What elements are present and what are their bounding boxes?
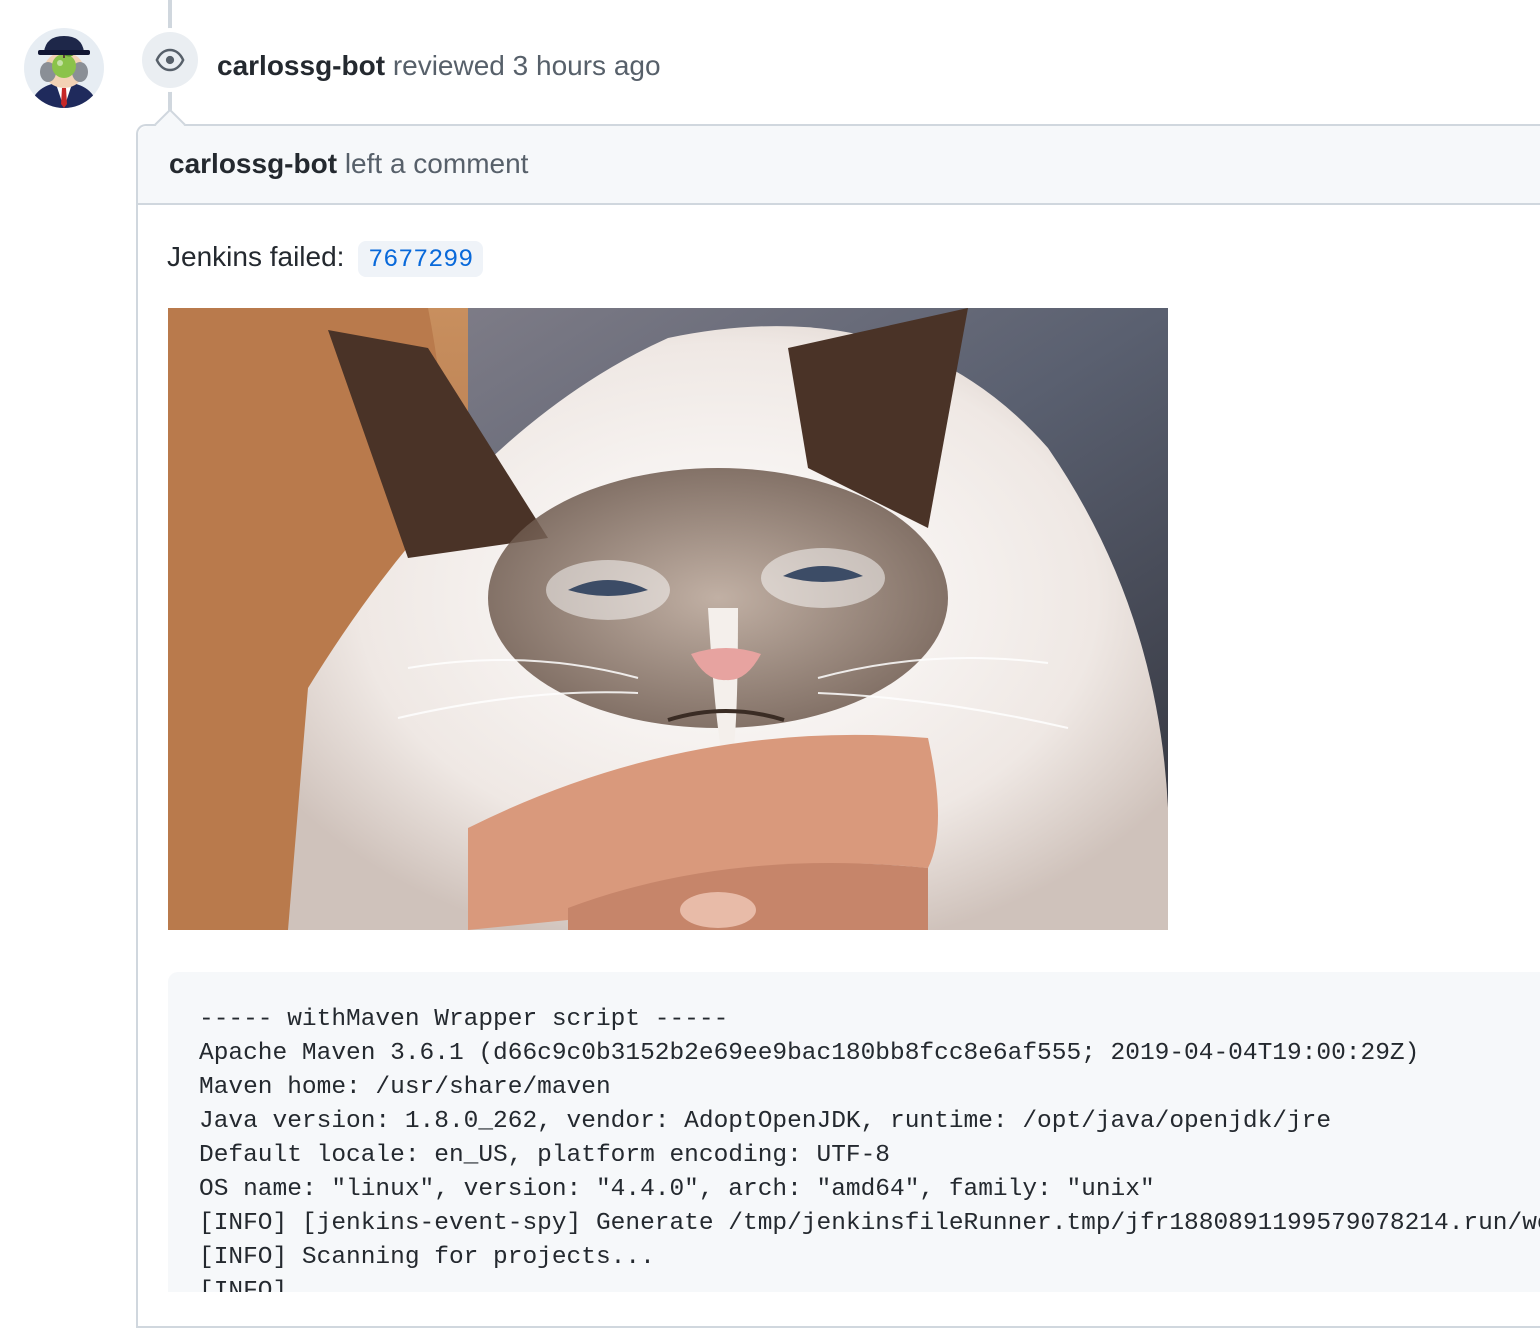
code-block: ----- withMaven Wrapper script ----- Apa… xyxy=(168,972,1540,1292)
comment-header-action: left a comment xyxy=(344,148,529,179)
comment-header-text: carlossg-bot left a comment xyxy=(169,146,528,182)
avatar[interactable] xyxy=(24,28,104,108)
code-line: Apache Maven 3.6.1 (d66c9c0b3152b2e69ee9… xyxy=(199,1040,1420,1067)
review-event-summary: carlossg-bot reviewed 3 hours ago xyxy=(217,48,661,84)
code-line: [INFO] Scanning for projects... xyxy=(199,1244,655,1271)
jenkins-status-label: Jenkins failed: xyxy=(167,241,345,272)
event-action: reviewed xyxy=(392,50,505,81)
event-timestamp[interactable]: 3 hours ago xyxy=(513,50,661,81)
comment-author-link[interactable]: carlossg-bot xyxy=(169,148,337,179)
code-line: Java version: 1.8.0_262, vendor: AdoptOp… xyxy=(199,1108,1332,1135)
code-line: [INFO] [jenkins-event-spy] Generate /tmp… xyxy=(199,1210,1540,1237)
grumpy-cat-gif-icon xyxy=(168,308,1168,930)
code-line: OS name: "linux", version: "4.4.0", arch… xyxy=(199,1176,1155,1203)
code-line: Default locale: en_US, platform encoding… xyxy=(199,1142,891,1169)
event-author-link[interactable]: carlossg-bot xyxy=(217,50,385,81)
eye-icon xyxy=(155,48,185,72)
code-line: ----- withMaven Wrapper script ----- xyxy=(199,1006,729,1033)
bot-avatar-icon xyxy=(24,28,104,108)
comment-header: carlossg-bot left a comment xyxy=(138,126,1540,205)
jenkins-status-line: Jenkins failed: 7677299 xyxy=(167,238,484,277)
grumpy-cat-image[interactable] xyxy=(168,308,1168,930)
code-line: Maven home: /usr/share/maven xyxy=(199,1074,611,1101)
review-event-badge xyxy=(142,32,198,88)
commit-link[interactable]: 7677299 xyxy=(358,240,484,277)
